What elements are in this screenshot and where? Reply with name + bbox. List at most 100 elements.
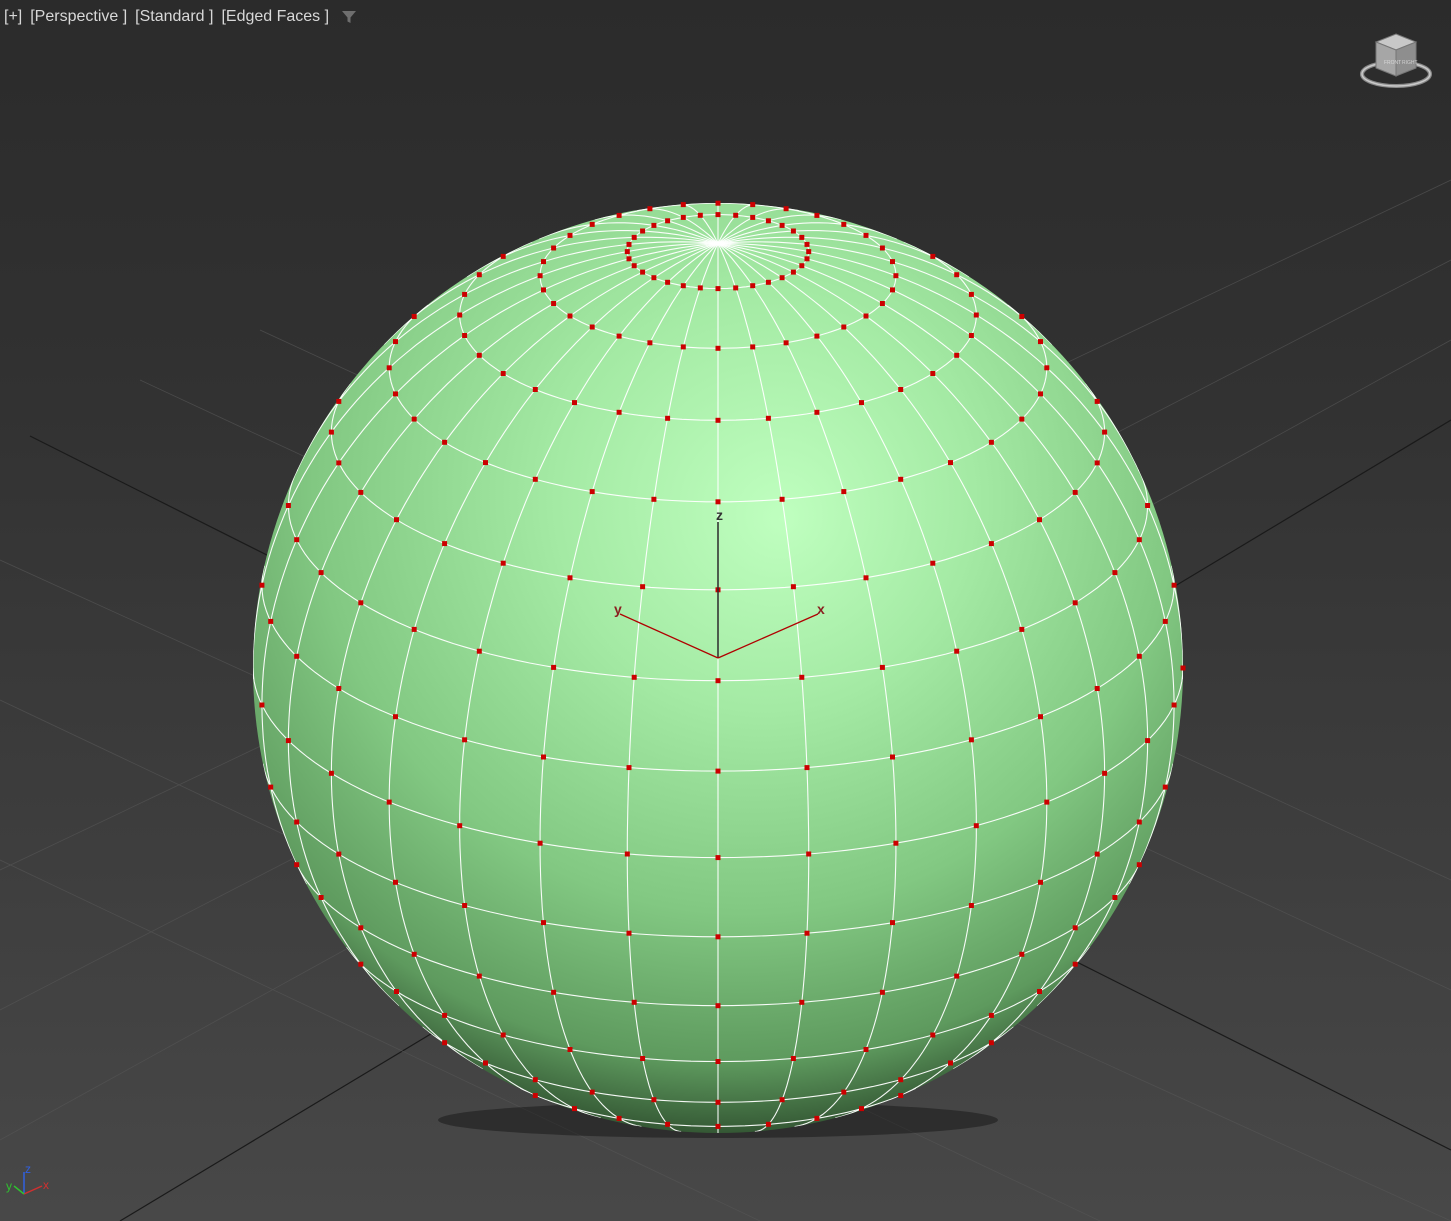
vertex-marker[interactable]: [779, 275, 785, 281]
vertex-marker[interactable]: [806, 851, 812, 857]
vertex-marker[interactable]: [665, 218, 671, 224]
vertex-marker[interactable]: [631, 999, 637, 1005]
vertex-marker[interactable]: [968, 737, 974, 743]
vertex-marker[interactable]: [814, 409, 820, 415]
vertex-marker[interactable]: [626, 765, 632, 771]
vertex-marker[interactable]: [616, 333, 622, 339]
vertex-marker[interactable]: [968, 903, 974, 908]
vertex-marker[interactable]: [790, 1056, 796, 1061]
vertex-marker[interactable]: [799, 263, 805, 269]
vertex-marker[interactable]: [259, 702, 265, 708]
vertex-marker[interactable]: [541, 287, 546, 293]
vertex-marker[interactable]: [626, 930, 632, 936]
vertex-marker[interactable]: [988, 1012, 994, 1018]
vertex-marker[interactable]: [1072, 489, 1078, 495]
vertex-marker[interactable]: [841, 1089, 847, 1095]
vertex-marker[interactable]: [500, 560, 506, 566]
vertex-marker[interactable]: [442, 1040, 448, 1046]
vertex-marker[interactable]: [765, 279, 771, 285]
vertex-marker[interactable]: [988, 1040, 994, 1046]
vertex-marker[interactable]: [750, 344, 756, 350]
vertex-marker[interactable]: [1094, 460, 1100, 466]
vertex-marker[interactable]: [863, 1047, 869, 1052]
vertex-marker[interactable]: [541, 754, 546, 760]
vertex-marker[interactable]: [715, 286, 721, 292]
viewport-canvas[interactable]: z y x z x y: [0, 0, 1451, 1221]
vertex-marker[interactable]: [567, 313, 573, 319]
vertex-marker[interactable]: [647, 340, 653, 346]
vertex-marker[interactable]: [898, 387, 904, 392]
vertex-marker[interactable]: [859, 400, 864, 406]
vertex-marker[interactable]: [500, 1032, 506, 1038]
vertex-marker[interactable]: [879, 664, 885, 670]
vertex-marker[interactable]: [1136, 862, 1142, 868]
vertex-marker[interactable]: [765, 415, 771, 421]
vertex-marker[interactable]: [859, 1106, 864, 1112]
vertex-marker[interactable]: [973, 823, 979, 829]
vertex-marker[interactable]: [930, 1032, 936, 1038]
vertex-marker[interactable]: [898, 476, 904, 482]
vertex-marker[interactable]: [1112, 895, 1118, 900]
vertex-marker[interactable]: [624, 851, 630, 857]
viewport-general-menu[interactable]: [+]: [4, 8, 22, 26]
vertex-marker[interactable]: [631, 263, 637, 269]
vertex-marker[interactable]: [537, 273, 543, 279]
vertex-marker[interactable]: [624, 249, 630, 255]
vertex-marker[interactable]: [640, 1056, 646, 1061]
vertex-marker[interactable]: [863, 313, 869, 319]
vertex-marker[interactable]: [1094, 686, 1100, 691]
vertex-marker[interactable]: [651, 496, 657, 502]
viewport-display-menu[interactable]: [Edged Faces ]: [221, 8, 329, 26]
viewcube-icon[interactable]: FRONT RIGHT: [1358, 30, 1434, 94]
vertex-marker[interactable]: [665, 415, 671, 421]
vertex-marker[interactable]: [336, 460, 342, 466]
vertex-marker[interactable]: [572, 400, 577, 406]
vertex-marker[interactable]: [804, 930, 810, 936]
vertex-marker[interactable]: [500, 253, 506, 259]
vertex-marker[interactable]: [799, 999, 805, 1005]
vertex-marker[interactable]: [799, 234, 805, 240]
vertex-marker[interactable]: [783, 340, 789, 346]
vertex-marker[interactable]: [532, 476, 538, 482]
vertex-marker[interactable]: [1102, 429, 1108, 435]
vertex-marker[interactable]: [393, 339, 398, 345]
vertex-marker[interactable]: [715, 499, 721, 505]
vertex-marker[interactable]: [1019, 626, 1025, 632]
vertex-marker[interactable]: [765, 1121, 771, 1127]
vertex-marker[interactable]: [393, 714, 398, 720]
vertex-marker[interactable]: [500, 371, 506, 376]
vertex-marker[interactable]: [954, 272, 960, 278]
vertex-marker[interactable]: [733, 212, 739, 218]
vertex-marker[interactable]: [1037, 989, 1042, 994]
vertex-marker[interactable]: [457, 823, 463, 829]
vertex-marker[interactable]: [457, 312, 463, 318]
vertex-marker[interactable]: [541, 259, 546, 265]
vertex-marker[interactable]: [715, 1123, 721, 1129]
vertex-marker[interactable]: [1072, 600, 1078, 606]
vertex-marker[interactable]: [715, 200, 721, 206]
vertex-marker[interactable]: [551, 989, 557, 995]
vertex-marker[interactable]: [631, 234, 637, 240]
vertex-marker[interactable]: [551, 301, 557, 306]
vertex-marker[interactable]: [268, 784, 274, 790]
vertex-marker[interactable]: [715, 212, 721, 218]
vertex-marker[interactable]: [715, 1059, 721, 1064]
vertex-marker[interactable]: [567, 1047, 573, 1052]
vertex-marker[interactable]: [285, 503, 291, 508]
vertex-marker[interactable]: [988, 439, 994, 445]
vertex-marker[interactable]: [948, 460, 953, 466]
vertex-marker[interactable]: [890, 920, 895, 926]
vertex-marker[interactable]: [814, 212, 820, 218]
vertex-marker[interactable]: [1019, 416, 1025, 422]
vertex-marker[interactable]: [589, 1089, 595, 1095]
vertex-marker[interactable]: [626, 241, 632, 247]
vertex-marker[interactable]: [841, 324, 847, 330]
vertex-marker[interactable]: [294, 537, 300, 543]
vertex-marker[interactable]: [640, 228, 646, 234]
vertex-marker[interactable]: [483, 460, 488, 466]
vertex-marker[interactable]: [640, 584, 646, 590]
vertex-marker[interactable]: [790, 228, 796, 234]
vertex-marker[interactable]: [1145, 503, 1151, 508]
vertex-marker[interactable]: [790, 584, 796, 590]
vertex-marker[interactable]: [804, 256, 810, 262]
